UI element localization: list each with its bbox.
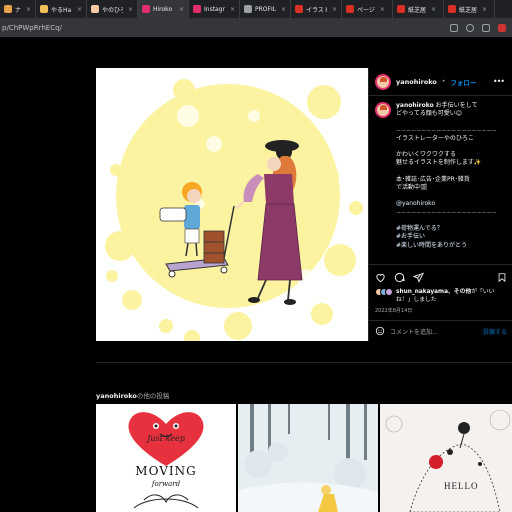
heart-icon[interactable] xyxy=(375,272,386,283)
post-text-line: HELLO xyxy=(444,481,479,491)
winter-forest-post[interactable] xyxy=(238,404,378,512)
caption-text: yanohiroko お手伝いをして どやってる顔も可愛い😊 −−−−−−−−−… xyxy=(396,102,497,258)
caption: yanohiroko お手伝いをして どやってる顔も可愛い😊 −−−−−−−−−… xyxy=(369,96,512,258)
browser-tab[interactable]: Hiroko Ya × xyxy=(138,0,189,18)
tab-favicon-icon xyxy=(448,5,456,13)
dress-illustration xyxy=(380,404,512,512)
tab-strip: ナルマール×やるHa!!×やのひろこ×Hiroko Ya×Instagram×P… xyxy=(0,0,512,18)
bookmark-star-icon[interactable] xyxy=(482,23,490,32)
browser-tab[interactable]: ページ × xyxy=(342,0,393,18)
caption-separator: −−−−−−−−−−−−−−−−−−−− xyxy=(396,208,497,216)
caption-avatar[interactable] xyxy=(375,102,391,118)
tab-close-icon[interactable]: × xyxy=(380,6,385,13)
tab-favicon-icon xyxy=(4,5,12,13)
tab-close-icon[interactable]: × xyxy=(179,6,184,13)
more-posts-username[interactable]: yanohiroko xyxy=(96,392,137,400)
winter-forest-illustration xyxy=(238,404,378,512)
section-divider xyxy=(96,362,512,363)
browser-tab[interactable]: やるHa!! × xyxy=(36,0,87,18)
tab-close-icon[interactable]: × xyxy=(431,6,436,13)
extension-icon[interactable] xyxy=(498,23,506,32)
share-icon[interactable] xyxy=(466,23,474,32)
tab-label: Instagram xyxy=(204,5,225,13)
avatar[interactable] xyxy=(375,73,391,90)
separator-dot: • xyxy=(441,78,446,85)
tab-close-icon[interactable]: × xyxy=(26,6,31,13)
post-username[interactable]: yanohiroko xyxy=(396,78,437,86)
tab-close-icon[interactable]: × xyxy=(281,6,286,13)
tab-favicon-icon xyxy=(244,5,252,13)
tab-favicon-icon xyxy=(40,5,48,13)
url-field[interactable]: p/ChPWpRrhECq/ xyxy=(2,24,450,32)
caption-line: 魅せるイラストを制作します✨ xyxy=(396,159,482,167)
more-options-icon[interactable]: ••• xyxy=(493,77,505,86)
post-comment-button[interactable]: 投稿する xyxy=(483,327,507,336)
illustration-girl-and-boy xyxy=(96,68,368,341)
tab-favicon-icon xyxy=(142,5,150,13)
browser-tab[interactable]: Instagram × xyxy=(189,0,240,18)
likes-others[interactable]: 、その他 xyxy=(448,289,471,295)
tab-close-icon[interactable]: × xyxy=(128,6,133,13)
caption-line: で活動中🎬 xyxy=(396,184,428,192)
tab-favicon-icon xyxy=(193,5,201,13)
browser-tab[interactable]: イラスト × xyxy=(291,0,342,18)
caption-separator: −−−−−−−−−−−−−−−−−−−− xyxy=(396,126,497,134)
browser-tab[interactable]: PROFILE × xyxy=(240,0,291,18)
hashtag-link[interactable]: #お手伝い xyxy=(396,233,497,241)
tab-close-icon[interactable]: × xyxy=(77,6,82,13)
post-side-panel: yanohiroko • フォロー ••• yanohiroko お手伝いをして… xyxy=(368,68,512,341)
tab-label: やのひろこ xyxy=(102,6,123,14)
post-text-line: forward xyxy=(151,480,181,488)
tab-label: 紙芝居 xyxy=(459,6,478,14)
tab-favicon-icon xyxy=(346,5,354,13)
tab-favicon-icon xyxy=(91,5,99,13)
more-posts-title-suffix: の他の投稿 xyxy=(136,392,170,400)
browser-tab[interactable]: 紙芝居 × xyxy=(393,0,444,18)
share-icon[interactable] xyxy=(413,272,424,283)
tab-favicon-icon xyxy=(295,5,303,13)
tab-label: ナルマール xyxy=(15,6,21,14)
comment-input[interactable]: コメントを追加... xyxy=(390,327,478,336)
tab-label: Hiroko Ya xyxy=(153,5,174,13)
mention-link[interactable]: @yanohiroko xyxy=(396,200,497,208)
browser-tab[interactable]: やのひろこ × xyxy=(87,0,138,18)
tab-favicon-icon xyxy=(397,5,405,13)
liker-avatars[interactable] xyxy=(375,288,393,296)
post-text-line: MOVING xyxy=(135,464,197,478)
post-text-line: Just keep xyxy=(147,434,185,443)
tab-label: 紙芝居 xyxy=(408,6,427,14)
moving-forward-post[interactable]: Just keep MOVING forward xyxy=(96,404,236,512)
follow-button[interactable]: フォロー xyxy=(450,77,476,87)
tab-close-icon[interactable]: × xyxy=(230,6,235,13)
comment-icon[interactable] xyxy=(394,272,405,283)
caption-line: どやってる顔も可愛い😊 xyxy=(396,110,462,118)
install-app-icon[interactable] xyxy=(450,23,458,32)
caption-line: お手伝いをして xyxy=(435,102,478,109)
tab-close-icon[interactable]: × xyxy=(332,6,337,13)
heart-illustration xyxy=(128,412,204,509)
more-posts-title: yanohirokoの他の投稿 xyxy=(96,390,169,400)
caption-line: 本･雑誌･広告･企業PR･雑貨 xyxy=(396,175,470,183)
likes-summary: shun_nakayama、その他が「いいね！」しました xyxy=(375,288,507,304)
browser-tab[interactable]: 紙芝居 × xyxy=(444,0,495,18)
tab-close-icon[interactable]: × xyxy=(482,6,487,13)
tab-label: やるHa!! xyxy=(51,6,72,14)
caption-line: イラストレーターやのひろこ xyxy=(396,134,474,142)
tab-label: PROFILE xyxy=(255,5,276,13)
hello-dress-post[interactable]: HELLO xyxy=(380,404,512,512)
caption-username[interactable]: yanohiroko xyxy=(396,102,434,109)
post-header: yanohiroko • フォロー ••• xyxy=(369,68,512,96)
post-image[interactable] xyxy=(96,68,368,341)
liker-username[interactable]: shun_nakayama xyxy=(396,289,448,295)
emoji-icon[interactable] xyxy=(375,326,385,336)
post-actions: shun_nakayama、その他が「いいね！」しました 2022年8月14日 xyxy=(369,264,512,314)
comment-box: コメントを追加... 投稿する xyxy=(369,320,512,341)
bookmark-icon[interactable] xyxy=(497,272,507,283)
address-bar: p/ChPWpRrhECq/ xyxy=(0,18,512,37)
tab-label: ページ xyxy=(357,6,375,14)
browser-tab[interactable]: ナルマール × xyxy=(0,0,36,18)
post-date[interactable]: 2022年8月14日 xyxy=(375,307,507,314)
tab-label: イラスト xyxy=(306,6,327,14)
hashtag-link[interactable]: #楽しい時間をありがとう xyxy=(396,242,497,250)
